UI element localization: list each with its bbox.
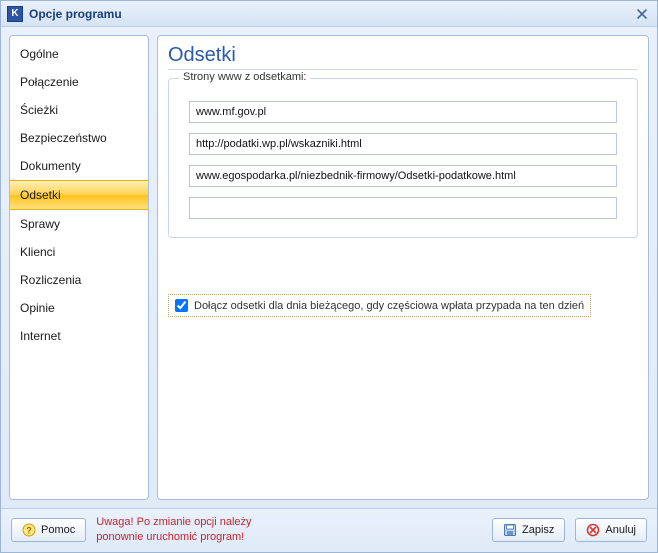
app-icon: K <box>7 6 23 22</box>
sidebar-item-label: Ogólne <box>20 47 59 61</box>
sidebar-item-sprawy[interactable]: Sprawy <box>10 210 148 238</box>
sidebar-item-opinie[interactable]: Opinie <box>10 294 148 322</box>
sidebar-item-label: Dokumenty <box>20 159 81 173</box>
save-button[interactable]: Zapisz <box>492 518 565 542</box>
sidebar-item-klienci[interactable]: Klienci <box>10 238 148 266</box>
sidebar-item-label: Połączenie <box>20 75 79 89</box>
sidebar-item-polaczenie[interactable]: Połączenie <box>10 68 148 96</box>
sidebar-item-label: Ścieżki <box>20 103 58 117</box>
body: Ogólne Połączenie Ścieżki Bezpieczeństwo Dok… <box>1 27 657 508</box>
sidebar-item-dokumenty[interactable]: Dokumenty <box>10 152 148 180</box>
close-button[interactable] <box>633 5 651 23</box>
url-input-1[interactable] <box>189 101 617 123</box>
url-input-3[interactable] <box>189 165 617 187</box>
include-interest-today-row[interactable]: Dołącz odsetki dla dnia bieżącego, gdy c… <box>168 294 591 317</box>
titlebar: K Opcje programu <box>1 1 657 27</box>
sidebar-item-label: Opinie <box>20 301 55 315</box>
save-icon <box>503 523 517 537</box>
sidebar-item-internet[interactable]: Internet <box>10 322 148 350</box>
sidebar-item-rozliczenia[interactable]: Rozliczenia <box>10 266 148 294</box>
url-input-2[interactable] <box>189 133 617 155</box>
help-button-label: Pomoc <box>41 524 75 536</box>
groupbox-legend: Strony www z odsetkami: <box>179 71 310 83</box>
footer: ? Pomoc Uwaga! Po zmianie opcji należypo… <box>1 508 657 552</box>
help-button[interactable]: ? Pomoc <box>11 518 86 542</box>
cancel-button-label: Anuluj <box>605 524 636 536</box>
cancel-button[interactable]: Anuluj <box>575 518 647 542</box>
include-interest-today-label: Dołącz odsetki dla dnia bieżącego, gdy c… <box>194 300 584 312</box>
sidebar-item-label: Internet <box>20 329 61 343</box>
url-input-4[interactable] <box>189 197 617 219</box>
save-button-label: Zapisz <box>522 524 554 536</box>
close-icon <box>636 8 648 20</box>
window-title: Opcje programu <box>29 7 122 21</box>
sidebar-item-label: Klienci <box>20 245 55 259</box>
svg-text:?: ? <box>26 525 32 535</box>
sidebar-item-label: Sprawy <box>20 217 60 231</box>
sidebar-item-odsetki[interactable]: Odsetki <box>10 180 148 210</box>
sidebar-item-bezpieczenstwo[interactable]: Bezpieczeństwo <box>10 124 148 152</box>
url-groupbox: Strony www z odsetkami: <box>168 78 638 238</box>
sidebar-item-label: Rozliczenia <box>20 273 81 287</box>
options-window: K Opcje programu Ogólne Połączenie Ścieżki… <box>0 0 658 553</box>
sidebar-item-sciezki[interactable]: Ścieżki <box>10 96 148 124</box>
cancel-icon <box>586 523 600 537</box>
content-panel: Odsetki Strony www z odsetkami: Dołącz o… <box>157 35 649 500</box>
include-interest-today-checkbox[interactable] <box>175 299 188 312</box>
warning-text: Uwaga! Po zmianie opcji należyponownie u… <box>96 515 251 544</box>
sidebar-item-label: Odsetki <box>20 188 61 202</box>
help-icon: ? <box>22 523 36 537</box>
section-title: Odsetki <box>168 44 638 70</box>
sidebar-item-label: Bezpieczeństwo <box>20 131 107 145</box>
sidebar: Ogólne Połączenie Ścieżki Bezpieczeństwo Dok… <box>9 35 149 500</box>
sidebar-item-ogolne[interactable]: Ogólne <box>10 40 148 68</box>
